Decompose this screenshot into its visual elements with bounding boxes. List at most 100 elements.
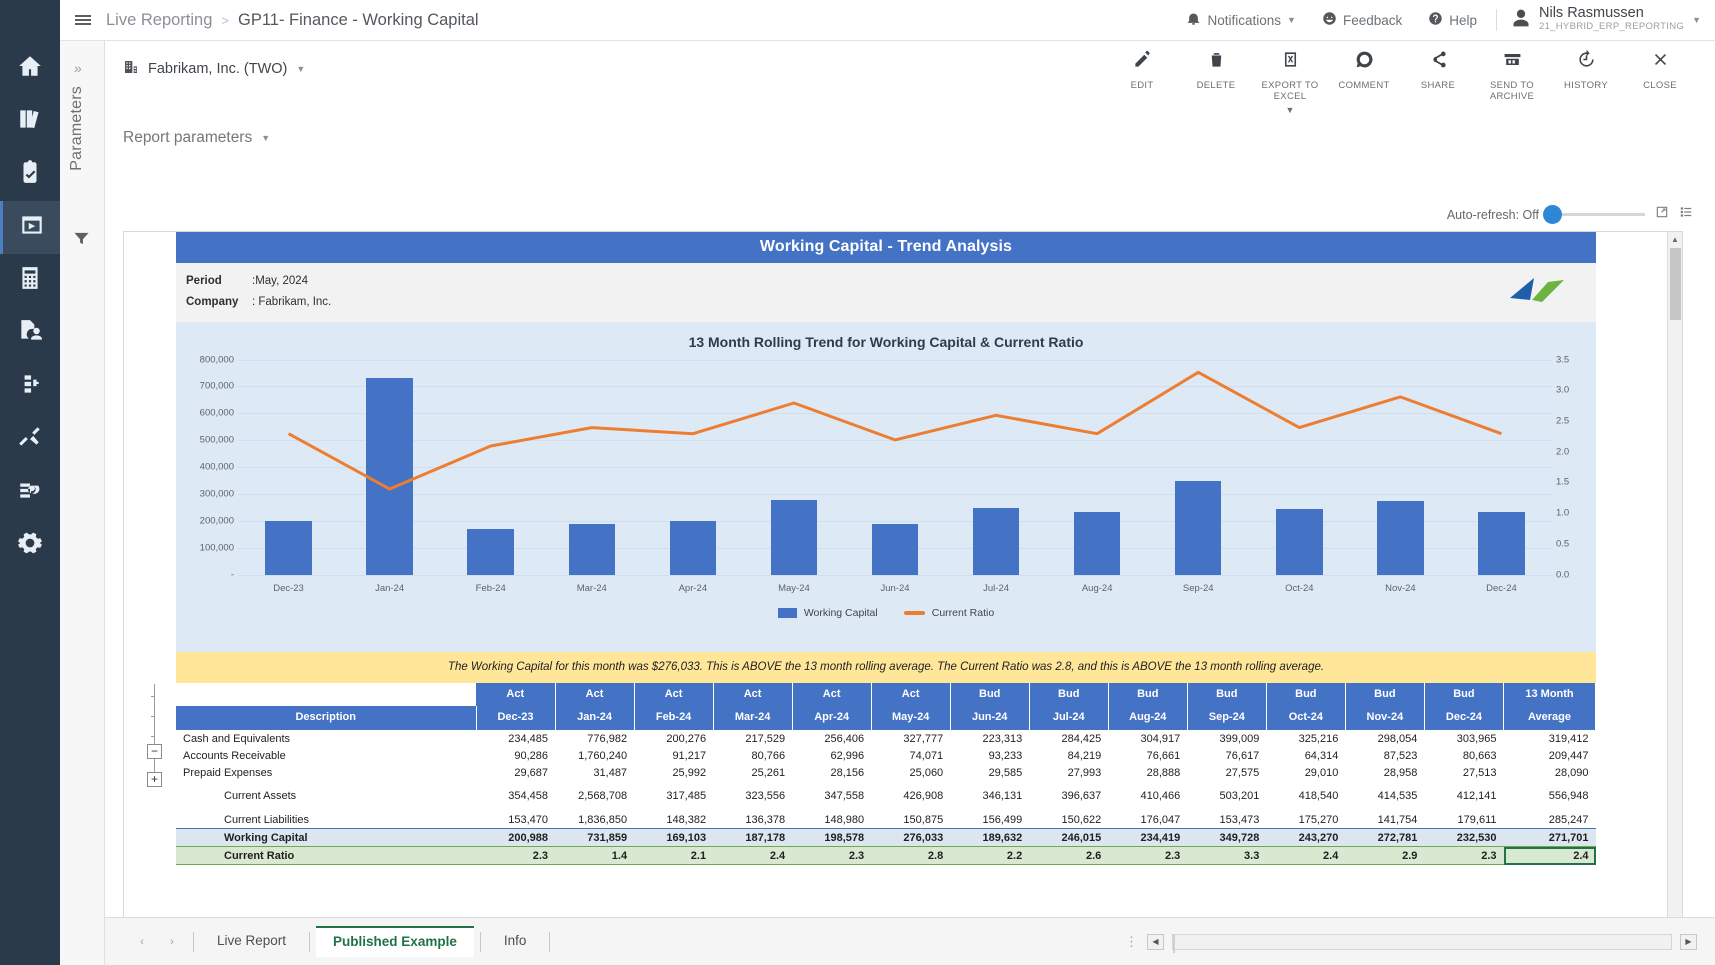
table-cell[interactable]: 2.6 [1029,847,1108,865]
table-cell[interactable]: 179,611 [1424,805,1503,829]
table-cell[interactable]: 29,010 [1266,764,1345,781]
table-cell[interactable]: 80,663 [1424,747,1503,764]
sidebar-item-tasks[interactable] [0,148,60,201]
table-cell[interactable]: 153,473 [1187,805,1266,829]
table-cell[interactable]: 25,261 [713,764,792,781]
table-cell[interactable]: 410,466 [1108,781,1187,805]
table-cell[interactable]: 317,485 [634,781,713,805]
table-cell[interactable]: 243,270 [1266,829,1345,847]
table-cell[interactable]: 276,033 [871,829,950,847]
table-cell[interactable]: 28,090 [1504,764,1596,781]
table-cell[interactable]: 28,156 [792,764,871,781]
export-to-excel-button[interactable]: EXPORT TO EXCEL ▼ [1253,50,1327,115]
table-cell[interactable]: 246,015 [1029,829,1108,847]
table-cell[interactable]: 90,286 [476,747,555,764]
table-cell[interactable]: 198,578 [792,829,871,847]
table-cell[interactable]: 25,060 [871,764,950,781]
hscroll-track[interactable] [1172,934,1672,950]
auto-refresh-slider[interactable] [1549,213,1645,216]
table-cell[interactable]: 27,993 [1029,764,1108,781]
table-cell[interactable]: 234,485 [476,730,555,747]
history-button[interactable]: HISTORY [1549,50,1623,115]
sidebar-item-settings[interactable] [0,519,60,572]
table-cell[interactable]: 327,777 [871,730,950,747]
table-cell[interactable]: 217,529 [713,730,792,747]
table-cell[interactable]: 2.8 [871,847,950,865]
close-button[interactable]: CLOSE [1623,50,1697,115]
table-cell[interactable]: 298,054 [1345,730,1424,747]
table-cell[interactable]: 346,131 [950,781,1029,805]
table-cell[interactable]: 31,487 [555,764,634,781]
table-cell[interactable]: 414,535 [1345,781,1424,805]
tab-live-report[interactable]: Live Report [200,927,303,956]
help-button[interactable]: Help [1415,0,1490,40]
scroll-up-arrow[interactable]: ▲ [1668,232,1682,247]
table-cell[interactable]: 87,523 [1345,747,1424,764]
table-cell[interactable]: 234,419 [1108,829,1187,847]
table-cell[interactable]: 2.4 [1266,847,1345,865]
table-cell[interactable]: 1.4 [555,847,634,865]
table-cell[interactable]: 399,009 [1187,730,1266,747]
parameters-panel[interactable]: » Parameters [60,38,105,965]
table-cell[interactable]: 176,047 [1108,805,1187,829]
chart-legend-item[interactable]: Current Ratio [904,607,994,619]
table-cell[interactable]: 76,617 [1187,747,1266,764]
feedback-button[interactable]: Feedback [1309,0,1415,40]
table-cell[interactable]: 200,276 [634,730,713,747]
table-cell[interactable]: 285,247 [1504,805,1596,829]
table-cell[interactable]: 76,661 [1108,747,1187,764]
expand-icon[interactable] [1655,205,1669,224]
table-cell[interactable]: 319,412 [1504,730,1596,747]
table-cell[interactable]: 150,875 [871,805,950,829]
funnel-icon[interactable] [73,230,90,252]
table-cell[interactable]: 3.3 [1187,847,1266,865]
user-menu[interactable]: Nils Rasmussen 21_HYBRID_ERP_REPORTING ▼ [1503,6,1701,34]
chevron-down-icon[interactable]: ▼ [1286,105,1295,115]
table-cell[interactable]: 2.3 [792,847,871,865]
table-cell[interactable]: 187,178 [713,829,792,847]
table-cell[interactable]: 2.9 [1345,847,1424,865]
outline-expand-button[interactable]: + [147,772,162,787]
table-cell[interactable]: 556,948 [1504,781,1596,805]
table-cell[interactable]: 418,540 [1266,781,1345,805]
table-cell[interactable]: 426,908 [871,781,950,805]
table-cell[interactable]: 156,499 [950,805,1029,829]
table-cell[interactable]: 93,233 [950,747,1029,764]
table-cell[interactable]: 503,201 [1187,781,1266,805]
tab-prev-button[interactable]: ‹ [127,936,157,948]
table-cell[interactable]: 325,216 [1266,730,1345,747]
sidebar-item-tools[interactable] [0,413,60,466]
table-cell[interactable]: 256,406 [792,730,871,747]
canvas-vertical-scrollbar[interactable]: ▲ ▼ [1667,232,1682,941]
table-cell[interactable]: 74,071 [871,747,950,764]
table-cell[interactable]: 776,982 [555,730,634,747]
chevron-double-right-icon[interactable]: » [74,60,82,76]
sidebar-item-home[interactable] [0,42,60,95]
table-cell[interactable]: 141,754 [1345,805,1424,829]
chevron-down-icon[interactable]: ▼ [296,64,305,74]
table-cell[interactable]: 27,575 [1187,764,1266,781]
table-cell[interactable]: 189,632 [950,829,1029,847]
table-cell[interactable]: 64,314 [1266,747,1345,764]
table-cell[interactable]: 25,992 [634,764,713,781]
table-cell[interactable]: 396,637 [1029,781,1108,805]
table-cell[interactable]: 2.3 [476,847,555,865]
table-cell[interactable]: 223,313 [950,730,1029,747]
table-cell[interactable]: 148,382 [634,805,713,829]
table-cell[interactable]: 349,728 [1187,829,1266,847]
table-cell[interactable]: 304,917 [1108,730,1187,747]
delete-button[interactable]: DELETE [1179,50,1253,115]
table-cell[interactable]: 91,217 [634,747,713,764]
hscroll-right-button[interactable]: ▶ [1680,934,1697,950]
table-cell[interactable]: 2,568,708 [555,781,634,805]
table-cell[interactable]: 84,219 [1029,747,1108,764]
report-parameters-toggle[interactable]: Report parameters ▼ [123,129,270,147]
company-selector[interactable]: Fabrikam, Inc. (TWO) ▼ [123,59,305,79]
tab-next-button[interactable]: › [157,936,187,948]
table-cell[interactable]: 2.4 [1504,847,1596,865]
table-cell[interactable]: 323,556 [713,781,792,805]
table-cell[interactable]: 412,141 [1424,781,1503,805]
table-cell[interactable]: 2.1 [634,847,713,865]
sidebar-item-workflow[interactable] [0,360,60,413]
table-cell[interactable]: 148,980 [792,805,871,829]
